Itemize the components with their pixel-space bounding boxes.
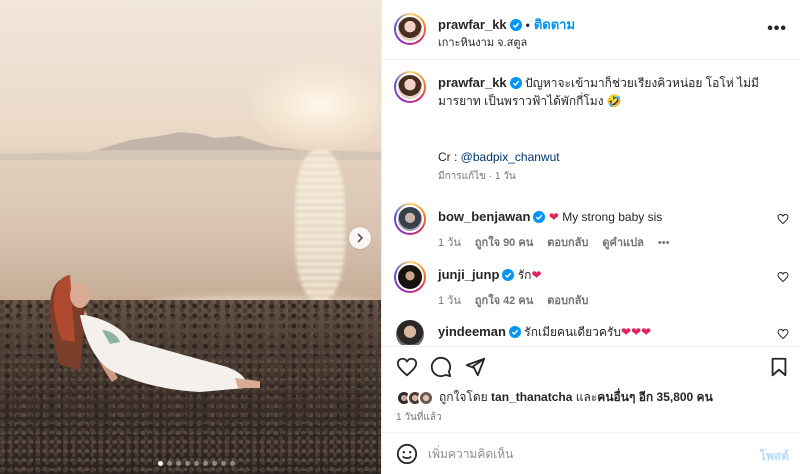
carousel-dot — [194, 461, 199, 466]
comments-list[interactable]: prawfar_kk ปัญหาจะเข้ามาก็ช่วยเรียงคิวหน… — [382, 61, 800, 345]
chevron-right-icon — [357, 233, 364, 243]
author-username[interactable]: prawfar_kk — [438, 17, 507, 32]
post-location[interactable]: เกาะหินงาม จ.สตูล — [438, 33, 527, 51]
comment-text: My strong baby sis — [562, 210, 663, 224]
sun-reflection — [295, 150, 345, 300]
carousel-dot — [185, 461, 190, 466]
post-comment-button[interactable]: โพสต์ — [760, 447, 789, 466]
verified-badge-icon — [509, 77, 522, 89]
comment-like-heart-icon[interactable] — [777, 271, 789, 283]
carousel-dot — [203, 461, 208, 466]
comment-heart-emoji: ❤ — [531, 268, 542, 282]
comment-icon[interactable] — [430, 356, 452, 378]
comment-time[interactable]: 1 วัน — [438, 234, 461, 252]
woman-figure — [49, 275, 260, 392]
likes-others[interactable]: คนอื่นๆ อีก 35,800 คน — [597, 390, 713, 404]
post-sidebar: prawfar_kk • ติดตาม เกาะหินงาม จ.สตูล ••• … — [381, 0, 800, 474]
comment-reply-button[interactable]: ตอบกลับ — [547, 292, 588, 310]
comment-username[interactable]: yindeeman — [438, 324, 506, 339]
comment-like-heart-icon[interactable] — [777, 328, 789, 340]
comment-input[interactable] — [428, 443, 738, 465]
verified-badge-icon — [509, 19, 522, 31]
verified-badge-icon — [502, 269, 515, 281]
comment-like-heart-icon[interactable] — [777, 213, 789, 225]
likes-text: ถูกใจโดย tan_thanatcha และคนอื่นๆ อีก 35… — [439, 388, 713, 407]
comment-heart-emoji: ❤❤❤ — [621, 325, 652, 339]
add-comment-bar: โพสต์ — [382, 432, 800, 474]
comment-text: รัก — [517, 268, 532, 282]
liker-avatar — [418, 389, 434, 406]
paper-plane-icon[interactable] — [464, 356, 486, 378]
credit-prefix: Cr : — [438, 150, 461, 164]
comment-body: bow_benjawan ❤ My strong baby sis 1 วัน … — [438, 208, 778, 252]
comment-avatar[interactable] — [394, 318, 426, 345]
comment-likes[interactable]: ถูกใจ 42 คน — [475, 292, 533, 310]
comment-avatar[interactable] — [394, 203, 426, 235]
comment-body: yindeeman รักเมียคนเดียวครับ❤❤❤ — [438, 323, 778, 341]
comment-avatar[interactable] — [394, 261, 426, 293]
carousel-dot — [221, 461, 226, 466]
comment-meta: 1 วัน ถูกใจ 42 คน ตอบกลับ — [438, 292, 778, 310]
caption-row: prawfar_kk ปัญหาจะเข้ามาก็ช่วยเรียงคิวหน… — [382, 71, 800, 191]
post-photo[interactable] — [0, 0, 381, 474]
caption-author-avatar[interactable] — [394, 71, 426, 103]
author-line: prawfar_kk • ติดตาม — [438, 14, 575, 35]
header-separator: • — [525, 18, 530, 32]
caption-edited: มีการแก้ไข · 1 วัน — [438, 171, 516, 182]
likes-user[interactable]: tan_thanatcha — [491, 390, 572, 404]
comment-heart-emoji: ❤ — [548, 210, 559, 224]
caption-body: prawfar_kk ปัญหาจะเข้ามาก็ช่วยเรียงคิวหน… — [438, 74, 778, 186]
comment-translate-button[interactable]: ดูคำแปล — [602, 234, 644, 252]
verified-badge-icon — [533, 211, 546, 223]
comment-row: yindeeman รักเมียคนเดียวครับ❤❤❤ — [382, 318, 800, 345]
comment-reply-button[interactable]: ตอบกลับ — [547, 234, 588, 252]
caption-author[interactable]: prawfar_kk — [438, 75, 507, 90]
comment-row: junji_junp รัก❤ 1 วัน ถูกใจ 42 คน ตอบกลั… — [382, 261, 800, 311]
distant-mountain — [0, 132, 381, 160]
carousel-dot — [176, 461, 181, 466]
follow-button[interactable]: ติดตาม — [534, 17, 575, 32]
credit-mention-link[interactable]: @badpix_chanwut — [461, 150, 560, 164]
carousel-next-button[interactable] — [349, 227, 371, 249]
comment-username[interactable]: bow_benjawan — [438, 209, 530, 224]
verified-badge-icon — [508, 326, 521, 338]
comment-meta: 1 วัน ถูกใจ 90 คน ตอบกลับ ดูคำแปล ••• — [438, 234, 778, 252]
likes-summary[interactable]: ถูกใจโดย tan_thanatcha และคนอื่นๆ อีก 35… — [396, 388, 713, 407]
carousel-dot — [230, 461, 235, 466]
likes-prefix: ถูกใจโดย — [439, 390, 488, 404]
caption-credit: Cr : @badpix_chanwut — [438, 148, 778, 166]
carousel-dot — [158, 461, 163, 466]
action-bar — [382, 346, 800, 386]
comment-more-button[interactable]: ••• — [658, 234, 670, 252]
carousel-dot — [212, 461, 217, 466]
likes-and: และ — [575, 390, 598, 404]
carousel-dot — [167, 461, 172, 466]
author-avatar[interactable] — [394, 13, 426, 45]
comment-username[interactable]: junji_junp — [438, 267, 499, 282]
smiley-icon[interactable] — [396, 443, 418, 465]
comment-row: bow_benjawan ❤ My strong baby sis 1 วัน … — [382, 203, 800, 253]
heart-icon[interactable] — [396, 356, 418, 378]
comment-text: รักเมียคนเดียวครับ — [524, 325, 622, 339]
post-header: prawfar_kk • ติดตาม เกาะหินงาม จ.สตูล ••• — [382, 0, 800, 60]
more-options-button[interactable]: ••• — [767, 20, 787, 38]
comment-body: junji_junp รัก❤ 1 วัน ถูกใจ 42 คน ตอบกลั… — [438, 266, 778, 310]
carousel-dots — [158, 461, 235, 466]
comment-time[interactable]: 1 วัน — [438, 292, 461, 310]
post-time[interactable]: 1 วันที่แล้ว — [396, 410, 442, 425]
comment-likes[interactable]: ถูกใจ 90 คน — [475, 234, 533, 252]
bookmark-icon[interactable] — [768, 356, 790, 378]
